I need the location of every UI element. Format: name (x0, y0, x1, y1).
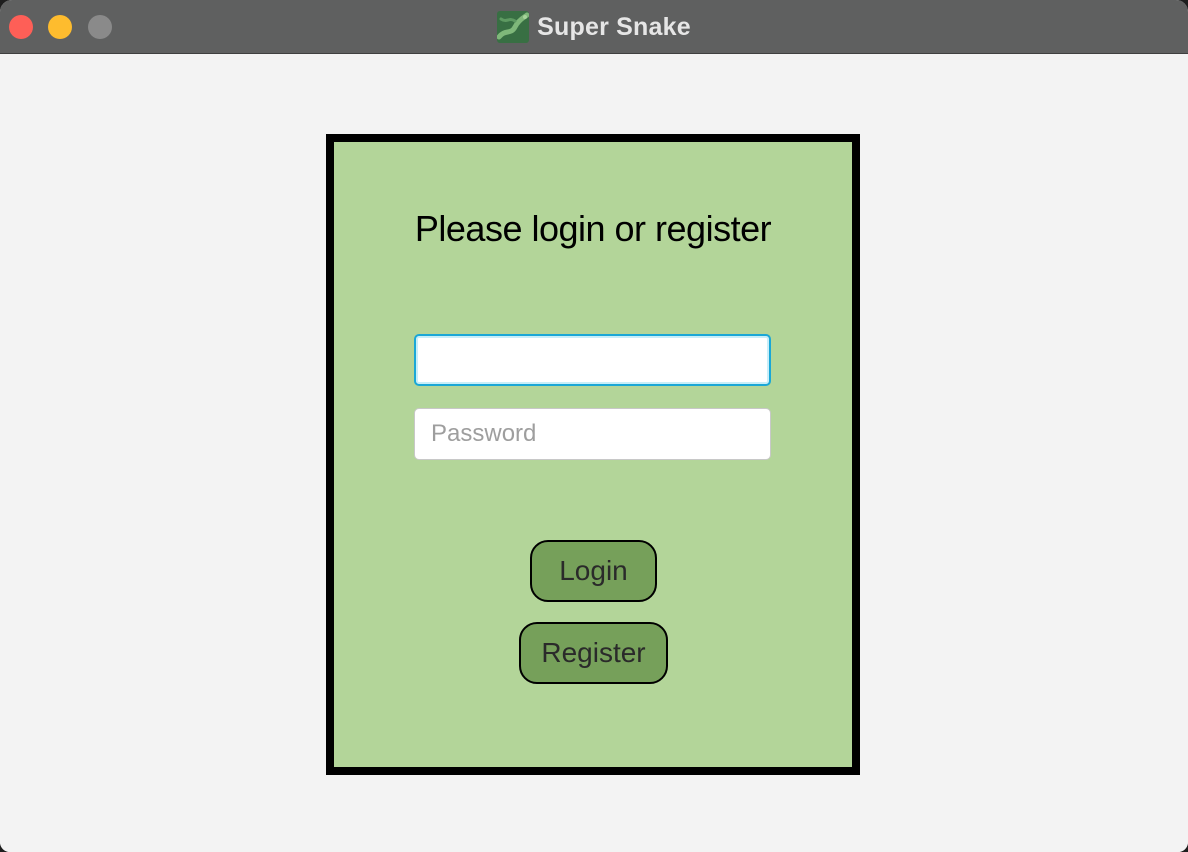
username-input[interactable] (414, 334, 771, 386)
login-panel: Please login or register Login Register (326, 134, 860, 775)
window-title-group: Super Snake (0, 0, 1188, 54)
register-button[interactable]: Register (519, 622, 668, 684)
title-bar[interactable]: Super Snake (0, 0, 1188, 54)
password-input[interactable] (414, 408, 771, 460)
snake-app-icon (497, 11, 530, 43)
content-area: Please login or register Login Register (0, 54, 1188, 852)
app-window: Super Snake Please login or register Log… (0, 0, 1188, 852)
window-title: Super Snake (537, 12, 691, 41)
login-button[interactable]: Login (530, 540, 657, 602)
login-heading: Please login or register (414, 208, 772, 249)
